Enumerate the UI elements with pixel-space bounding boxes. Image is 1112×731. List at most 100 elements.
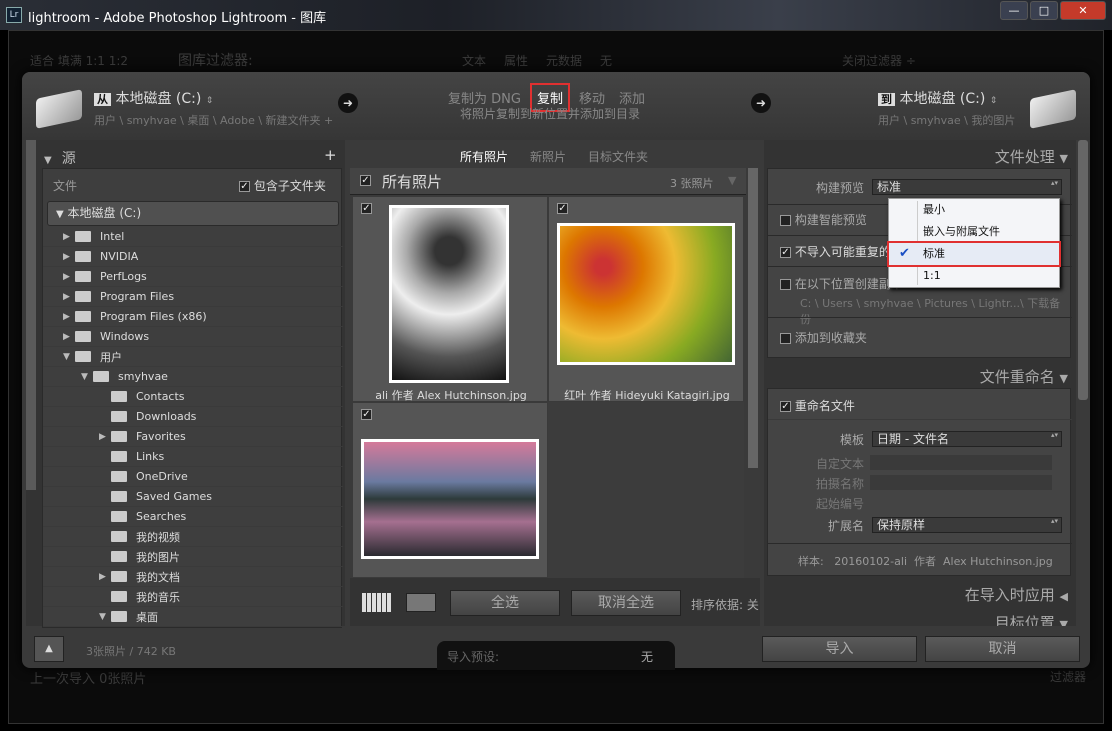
folder-item[interactable]: ▶ NVIDIA [43, 247, 343, 267]
photo-thumbnail[interactable] [361, 439, 539, 559]
photo-checkbox[interactable]: ✓ [361, 409, 372, 420]
grid-title: 所有照片 [382, 173, 443, 191]
expanded-icon[interactable]: ▼ [63, 352, 75, 362]
select-all-button[interactable]: 全选 [450, 590, 560, 616]
rename-files-checkbox[interactable]: ✓ 重命名文件 [780, 397, 855, 414]
folder-item[interactable]: ▼ 桌面 [43, 607, 343, 627]
folder-name: 用户 [100, 350, 122, 364]
option-1to1[interactable]: 1:1 [889, 265, 1059, 287]
folder-item[interactable]: ▶ Favorites [43, 427, 343, 447]
tab-destination[interactable]: 目标文件夹 [588, 148, 648, 165]
photo-cell[interactable]: ✓ 红叶 作者 Hideyuki Katagiri.jpg [548, 196, 744, 402]
folder-name: Intel [100, 230, 125, 243]
folder-item[interactable]: ▶ Program Files [43, 287, 343, 307]
cancel-button[interactable]: 取消 [925, 636, 1080, 662]
folder-item[interactable]: 我的音乐 [43, 587, 343, 607]
source-drive[interactable]: 本地磁盘 (C:) [115, 91, 201, 107]
grid-scrollbar[interactable] [748, 168, 758, 468]
folder-item[interactable]: ▼ 用户 [43, 347, 343, 367]
expanded-icon[interactable]: ▼ [99, 612, 111, 622]
tab-all-photos[interactable]: 所有照片 [460, 148, 508, 165]
apply-on-import-title[interactable]: 在导入时应用 [965, 586, 1055, 604]
option-minimal[interactable]: 最小 [889, 199, 1059, 221]
folder-item[interactable]: 我的图片 [43, 547, 343, 567]
dest-drive[interactable]: 本地磁盘 (C:) [899, 91, 985, 107]
photo-thumbnail[interactable] [389, 205, 509, 383]
filter-metadata[interactable]: 元数据 [546, 52, 582, 69]
folder-item[interactable]: Downloads [43, 407, 343, 427]
check-all-checkbox[interactable]: ✓ [360, 175, 371, 186]
file-handling-title[interactable]: 文件处理 [995, 148, 1055, 166]
loupe-view-icon[interactable] [406, 593, 436, 612]
collapse-button[interactable]: ▲ [34, 636, 64, 662]
filter-attribute[interactable]: 属性 [504, 52, 528, 69]
photo-checkbox[interactable]: ✓ [361, 203, 372, 214]
option-embedded[interactable]: 嵌入与附属文件 [889, 221, 1059, 243]
shoot-name-input[interactable] [870, 475, 1052, 490]
photo-thumbnail[interactable] [557, 223, 735, 365]
build-preview-select[interactable]: 标准 [872, 179, 1062, 195]
close-filter[interactable]: 关闭过滤器 ÷ [842, 52, 916, 69]
tab-new-photos[interactable]: 新照片 [530, 148, 566, 165]
collapsed-icon[interactable]: ▶ [63, 292, 75, 302]
preset-label: 导入预设: [447, 650, 500, 664]
smart-preview-checkbox[interactable]: 构建智能预览 [780, 211, 867, 228]
folder-item[interactable]: Searches [43, 507, 343, 527]
folder-item[interactable]: Contacts [43, 387, 343, 407]
include-subfolders[interactable]: ✓ 包含子文件夹 [239, 177, 326, 194]
source-scrollbar[interactable] [26, 140, 36, 490]
folder-item[interactable]: OneDrive [43, 467, 343, 487]
import-header: 从 本地磁盘 (C:) ⇕ 用户 \ smyhvae \ 桌面 \ Adobe … [22, 72, 1090, 140]
folder-item[interactable]: ▶ Program Files (x86) [43, 307, 343, 327]
folder-item[interactable]: Links [43, 447, 343, 467]
add-source-icon[interactable]: + [324, 146, 337, 164]
maximize-button[interactable]: □ [1030, 1, 1058, 20]
destination-title[interactable]: 目标位置 [995, 614, 1055, 626]
collapsed-icon[interactable]: ▶ [99, 432, 111, 442]
extension-select[interactable]: 保持原样 [872, 517, 1062, 533]
close-button[interactable]: ✕ [1060, 1, 1106, 20]
rename-title[interactable]: 文件重命名 [980, 368, 1055, 386]
folder-item[interactable]: ▼ smyhvae [43, 367, 343, 387]
folder-name: Downloads [136, 410, 197, 423]
collapsed-icon[interactable]: ▶ [99, 572, 111, 582]
right-scrollbar[interactable] [1078, 140, 1088, 400]
expanded-icon[interactable]: ▼ [81, 372, 93, 382]
custom-text-input[interactable] [870, 455, 1052, 470]
import-preset[interactable]: 导入预设: 无 [437, 641, 675, 670]
import-button[interactable]: 导入 [762, 636, 917, 662]
folder-item[interactable]: Saved Games [43, 487, 343, 507]
grid-view-icon[interactable] [362, 593, 391, 612]
folder-name: smyhvae [118, 370, 168, 383]
collapsed-icon[interactable]: ▶ [63, 232, 75, 242]
photo-cell[interactable]: ✓ ali 作者 Alex Hutchinson.jpg [352, 196, 548, 402]
option-standard[interactable]: ✔ 标准 [887, 241, 1061, 267]
add-collection-checkbox[interactable]: 添加到收藏夹 [780, 329, 867, 346]
collapsed-icon[interactable]: ▶ [63, 272, 75, 282]
drive-header[interactable]: ▼ 本地磁盘 (C:) [47, 201, 339, 226]
photo-caption: 红叶 作者 Hideyuki Katagiri.jpg [564, 389, 730, 402]
photo-cell[interactable]: ✓ [352, 402, 548, 578]
folder-item[interactable]: ▶ Intel [43, 227, 343, 247]
last-import: 上一次导入 0张照片 [30, 672, 147, 687]
collapsed-icon[interactable]: ▶ [63, 312, 75, 322]
sort-select[interactable]: 关 [747, 598, 759, 612]
collapsed-icon[interactable]: ▶ [63, 332, 75, 342]
minimize-button[interactable]: — [1000, 1, 1028, 20]
preset-value[interactable]: 无 [641, 648, 653, 665]
folder-item[interactable]: ▶ PerfLogs [43, 267, 343, 287]
second-copy-path[interactable]: C: \ Users \ smyhvae \ Pictures \ Lightr… [800, 295, 1070, 327]
template-select[interactable]: 日期 - 文件名 [872, 431, 1062, 447]
view-modes: 适合 填满 1:1 1:2 [30, 54, 129, 68]
folder-icon [75, 351, 91, 362]
folder-icon [75, 291, 91, 302]
filter-none[interactable]: 无 [600, 52, 612, 69]
folder-item[interactable]: ▶ 我的文档 [43, 567, 343, 587]
deselect-all-button[interactable]: 取消全选 [571, 590, 681, 616]
folder-icon [75, 311, 91, 322]
folder-item[interactable]: 我的视频 [43, 527, 343, 547]
folder-item[interactable]: ▶ Windows [43, 327, 343, 347]
photo-checkbox[interactable]: ✓ [557, 203, 568, 214]
filter-text[interactable]: 文本 [462, 52, 486, 69]
collapsed-icon[interactable]: ▶ [63, 252, 75, 262]
